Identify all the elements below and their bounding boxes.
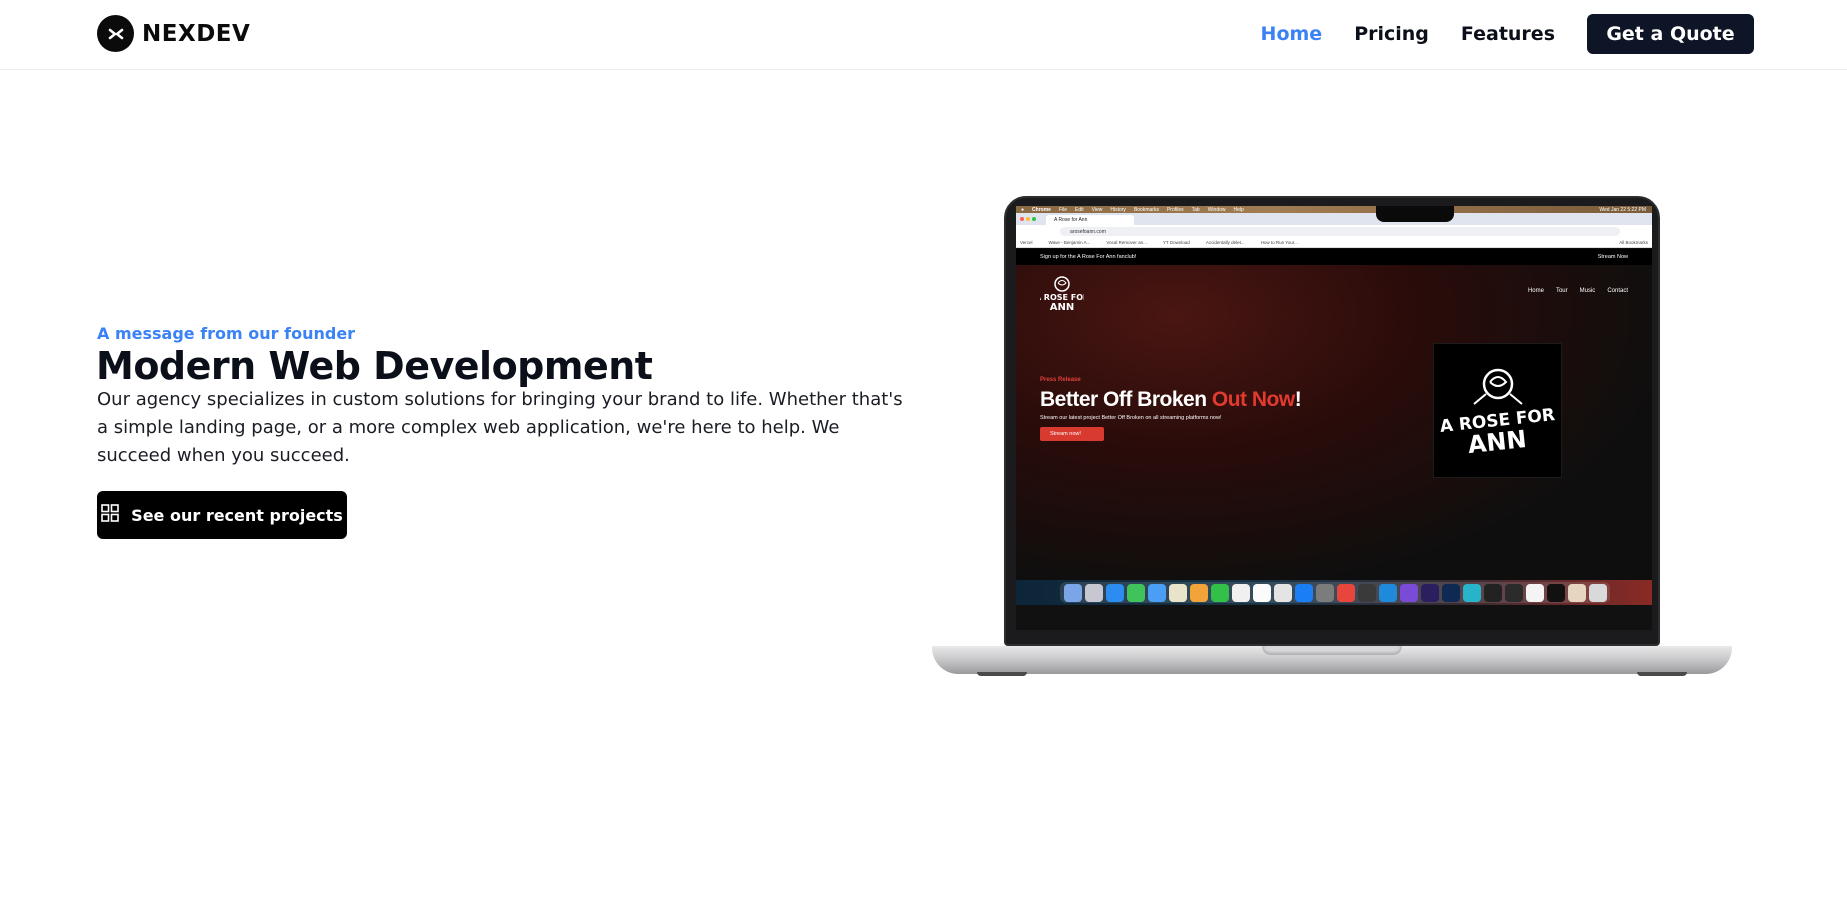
brand-logo[interactable]: NEXDEV xyxy=(97,15,250,52)
laptop-screen: ● Chrome File Edit View History Bookmark… xyxy=(1016,206,1652,630)
notes-icon xyxy=(1274,583,1292,602)
chevrons-icon xyxy=(97,15,134,52)
bookmark: Wave - Benjamin A... xyxy=(1048,240,1091,245)
trash-icon xyxy=(1589,583,1607,602)
nav-features[interactable]: Features xyxy=(1461,23,1555,45)
ableton-icon xyxy=(1463,583,1481,602)
menu-bookmarks: Bookmarks xyxy=(1133,206,1159,213)
bookmark: Vercel xyxy=(1020,240,1033,245)
bookmark: Accidentally delet... xyxy=(1205,240,1245,245)
svg-text:ANN: ANN xyxy=(1466,425,1527,459)
svg-text:ANN: ANN xyxy=(1050,302,1074,313)
site-headline: Better Off Broken Out Now! xyxy=(1040,388,1302,412)
premiere-icon xyxy=(1421,583,1439,602)
site-stream-button: Stream now! xyxy=(1040,427,1104,441)
hero-title: Modern Web Development xyxy=(96,344,653,388)
settings-icon xyxy=(1316,583,1334,602)
menu-view: View xyxy=(1091,206,1103,213)
site-subtext: Stream our latest project Better Off Bro… xyxy=(1040,415,1222,421)
vscode-icon xyxy=(1379,583,1397,602)
svg-text:A ROSE FOR: A ROSE FOR xyxy=(1040,293,1084,302)
launchpad-icon xyxy=(1085,583,1103,602)
menu-file: File xyxy=(1058,206,1067,213)
mac-clock: Wed Jan 22 5:22 PM xyxy=(1599,206,1646,213)
browser-tab: A Rose for Ann xyxy=(1046,215,1134,225)
main-nav: Home Pricing Features Get a Quote xyxy=(1261,14,1754,54)
messages-icon xyxy=(1127,583,1145,602)
laptop-foot xyxy=(977,672,1027,676)
brand-name: NEXDEV xyxy=(142,20,251,47)
app-icon xyxy=(1484,583,1502,602)
site-nav-item: Contact xyxy=(1607,288,1628,294)
chrome-icon xyxy=(1337,583,1355,602)
facetime-icon xyxy=(1211,583,1229,602)
all-bookmarks: All Bookmarks xyxy=(1619,240,1648,245)
site-kicker: Press Release xyxy=(1040,377,1081,383)
laptop-mockup: ● Chrome File Edit View History Bookmark… xyxy=(932,196,1732,680)
dock-apps xyxy=(1060,582,1610,603)
mac-dock xyxy=(1016,580,1652,605)
recent-projects-label: See our recent projects xyxy=(131,505,343,525)
photos-icon xyxy=(1190,583,1208,602)
photoshop-icon xyxy=(1442,583,1460,602)
app-icon xyxy=(1547,583,1565,602)
laptop-foot xyxy=(1637,672,1687,676)
grid-icon xyxy=(101,504,119,526)
figma-icon xyxy=(1505,583,1523,602)
site-stream-link: Stream Now xyxy=(1597,254,1628,260)
app-store-icon xyxy=(1295,583,1313,602)
browser-tab-strip: A Rose for Ann xyxy=(1016,213,1652,225)
safari-icon xyxy=(1106,583,1124,602)
apple-icon: ● xyxy=(1021,206,1025,213)
site-nav-item: Tour xyxy=(1555,288,1568,294)
folder-icon xyxy=(1568,583,1586,602)
bookmark: Vocal Remover an... xyxy=(1106,240,1147,245)
xcode-icon xyxy=(1358,583,1376,602)
bookmark: YT Download xyxy=(1162,240,1190,245)
github-icon xyxy=(1400,583,1418,602)
app-icon xyxy=(1526,583,1544,602)
site-nav: Home Tour Music Contact xyxy=(1528,288,1628,294)
headline-white: Better Off Broken xyxy=(1040,388,1212,411)
get-quote-button[interactable]: Get a Quote xyxy=(1587,14,1754,54)
menu-edit: Edit xyxy=(1075,206,1084,213)
rose-logo-icon: A ROSE FOR ANN xyxy=(1035,273,1089,313)
site-nav-item: Home xyxy=(1527,288,1544,294)
browser-address-bar: arosefoann.com xyxy=(1016,225,1652,238)
menu-profiles: Profiles xyxy=(1166,206,1184,213)
website-preview: Sign up for the A Rose For Ann fanclub! … xyxy=(1016,249,1652,580)
menu-tab: Tab xyxy=(1191,206,1200,213)
nav-pricing[interactable]: Pricing xyxy=(1354,23,1429,45)
screen-bezel-bottom xyxy=(1016,605,1652,630)
url-field: arosefoann.com xyxy=(1060,227,1620,236)
hero-description: Our agency specializes in custom solutio… xyxy=(97,389,903,466)
recent-projects-button[interactable]: See our recent projects xyxy=(97,491,347,539)
menu-history: History xyxy=(1110,206,1126,213)
menu-window: Window xyxy=(1207,206,1226,213)
camera-notch xyxy=(1376,206,1454,222)
reminders-icon xyxy=(1253,583,1271,602)
finder-icon xyxy=(1064,583,1082,602)
hero-eyebrow: A message from our founder xyxy=(97,324,356,343)
maps-icon xyxy=(1169,583,1187,602)
mail-icon xyxy=(1148,583,1166,602)
calendar-icon xyxy=(1232,583,1250,602)
navbar: NEXDEV Home Pricing Features Get a Quote xyxy=(0,0,1847,70)
bookmarks-bar: Vercel Wave - Benjamin A... Vocal Remove… xyxy=(1016,238,1652,248)
window-controls xyxy=(1020,217,1036,221)
site-topbar: Sign up for the A Rose For Ann fanclub! … xyxy=(1016,249,1652,265)
bookmark: How to Run Your... xyxy=(1260,240,1298,245)
menu-help: Help xyxy=(1233,206,1244,213)
headline-end: ! xyxy=(1294,388,1302,411)
menu-chrome: Chrome xyxy=(1032,206,1051,213)
laptop-thumb-cut xyxy=(1262,646,1402,655)
site-nav-item: Music xyxy=(1579,288,1596,294)
site-topbar-text: Sign up for the A Rose For Ann fanclub! xyxy=(1040,254,1137,260)
mac-menu-bar: ● Chrome File Edit View History Bookmark… xyxy=(1016,206,1652,213)
headline-red: Out Now xyxy=(1211,388,1295,411)
nav-home[interactable]: Home xyxy=(1261,23,1323,45)
album-cover: A ROSE FOR ANN xyxy=(1433,343,1562,478)
